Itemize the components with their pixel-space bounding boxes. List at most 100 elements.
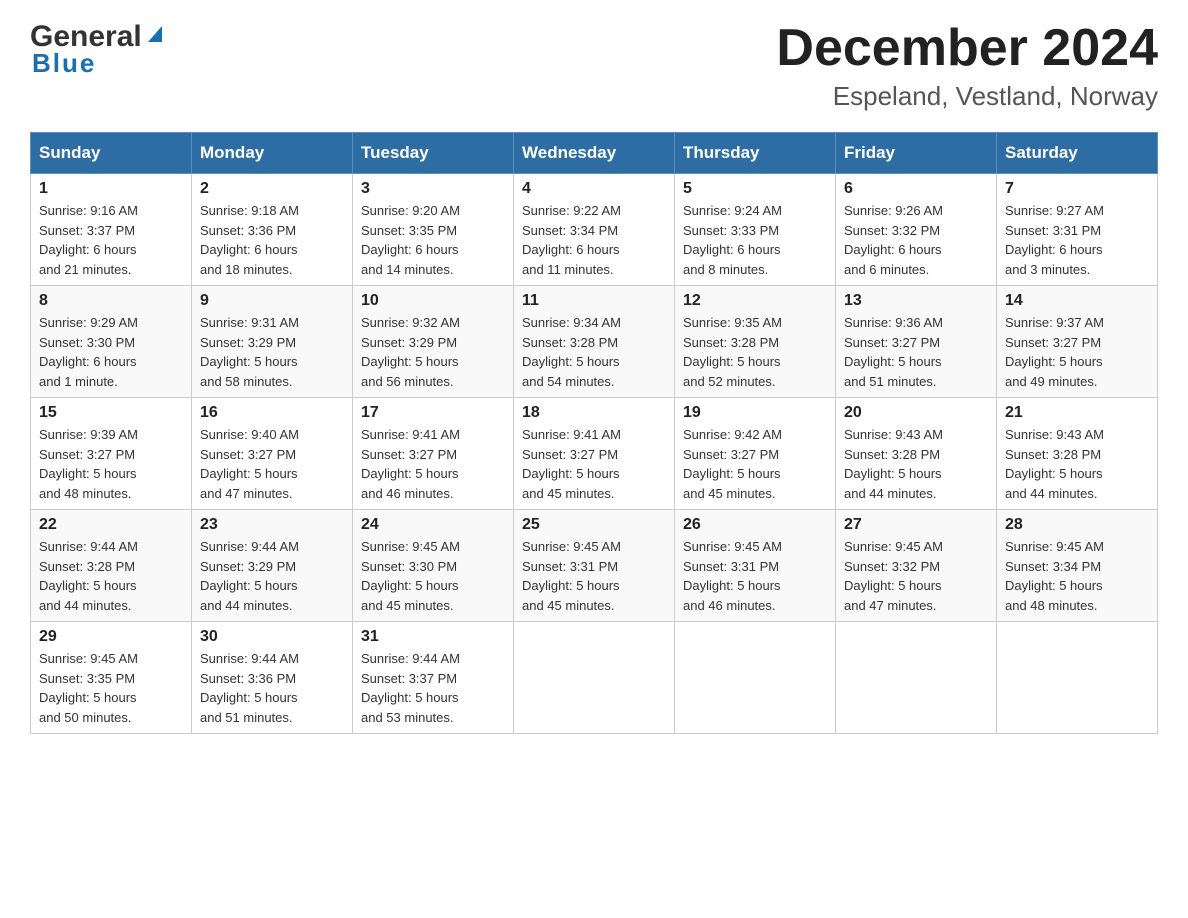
day-number: 20 <box>844 404 988 422</box>
day-number: 7 <box>1005 180 1149 198</box>
calendar-week-row: 22 Sunrise: 9:44 AM Sunset: 3:28 PM Dayli… <box>31 510 1158 622</box>
calendar-table: SundayMondayTuesdayWednesdayThursdayFrid… <box>30 132 1158 734</box>
day-number: 29 <box>39 628 183 646</box>
day-info: Sunrise: 9:45 AM Sunset: 3:30 PM Dayligh… <box>361 537 505 615</box>
day-number: 6 <box>844 180 988 198</box>
day-number: 17 <box>361 404 505 422</box>
calendar-cell <box>514 622 675 734</box>
calendar-cell: 8Sunrise: 9:29 AM Sunset: 3:30 PM Daylig… <box>31 286 192 398</box>
day-number: 21 <box>1005 404 1149 422</box>
day-info: Sunrise: 9:37 AM Sunset: 3:27 PM Dayligh… <box>1005 313 1149 391</box>
calendar-cell: 12Sunrise: 9:35 AM Sunset: 3:28 PM Dayli… <box>675 286 836 398</box>
calendar-cell: 24Sunrise: 9:45 AM Sunset: 3:30 PM Dayli… <box>353 510 514 622</box>
calendar-cell: 5Sunrise: 9:24 AM Sunset: 3:33 PM Daylig… <box>675 174 836 286</box>
day-info: Sunrise: 9:32 AM Sunset: 3:29 PM Dayligh… <box>361 313 505 391</box>
day-number: 11 <box>522 292 666 310</box>
calendar-cell: 30 Sunrise: 9:44 AM Sunset: 3:36 PM Dayli… <box>192 622 353 734</box>
calendar-day-header: Sunday <box>31 133 192 174</box>
day-number: 22 <box>39 516 183 534</box>
calendar-cell: 1Sunrise: 9:16 AM Sunset: 3:37 PM Daylig… <box>31 174 192 286</box>
day-info: Sunrise: 9:27 AM Sunset: 3:31 PM Dayligh… <box>1005 201 1149 279</box>
calendar-cell: 23 Sunrise: 9:44 AM Sunset: 3:29 PM Dayli… <box>192 510 353 622</box>
calendar-cell <box>836 622 997 734</box>
day-number: 16 <box>200 404 344 422</box>
day-number: 5 <box>683 180 827 198</box>
day-info: Sunrise: 9:44 AM Sunset: 3:36 PM Dayligh… <box>200 649 344 727</box>
day-number: 30 <box>200 628 344 646</box>
calendar-week-row: 15Sunrise: 9:39 AM Sunset: 3:27 PM Dayli… <box>31 398 1158 510</box>
calendar-day-header: Tuesday <box>353 133 514 174</box>
calendar-cell: 13 Sunrise: 9:36 AM Sunset: 3:27 PM Dayli… <box>836 286 997 398</box>
day-number: 14 <box>1005 292 1149 310</box>
calendar-cell: 11 Sunrise: 9:34 AM Sunset: 3:28 PM Dayli… <box>514 286 675 398</box>
calendar-cell: 29Sunrise: 9:45 AM Sunset: 3:35 PM Dayli… <box>31 622 192 734</box>
day-number: 18 <box>522 404 666 422</box>
calendar-cell: 6 Sunrise: 9:26 AM Sunset: 3:32 PM Daylig… <box>836 174 997 286</box>
day-number: 3 <box>361 180 505 198</box>
calendar-cell: 15Sunrise: 9:39 AM Sunset: 3:27 PM Dayli… <box>31 398 192 510</box>
day-info: Sunrise: 9:41 AM Sunset: 3:27 PM Dayligh… <box>522 425 666 503</box>
calendar-cell <box>997 622 1158 734</box>
day-number: 9 <box>200 292 344 310</box>
calendar-cell: 18 Sunrise: 9:41 AM Sunset: 3:27 PM Dayli… <box>514 398 675 510</box>
calendar-cell: 26Sunrise: 9:45 AM Sunset: 3:31 PM Dayli… <box>675 510 836 622</box>
calendar-cell: 31 Sunrise: 9:44 AM Sunset: 3:37 PM Dayli… <box>353 622 514 734</box>
day-info: Sunrise: 9:22 AM Sunset: 3:34 PM Dayligh… <box>522 201 666 279</box>
day-number: 13 <box>844 292 988 310</box>
day-number: 8 <box>39 292 183 310</box>
calendar-cell: 19Sunrise: 9:42 AM Sunset: 3:27 PM Dayli… <box>675 398 836 510</box>
day-info: Sunrise: 9:44 AM Sunset: 3:29 PM Dayligh… <box>200 537 344 615</box>
day-number: 28 <box>1005 516 1149 534</box>
calendar-cell: 17Sunrise: 9:41 AM Sunset: 3:27 PM Dayli… <box>353 398 514 510</box>
day-info: Sunrise: 9:36 AM Sunset: 3:27 PM Dayligh… <box>844 313 988 391</box>
day-info: Sunrise: 9:39 AM Sunset: 3:27 PM Dayligh… <box>39 425 183 503</box>
logo: General Blue <box>30 20 166 79</box>
calendar-header-row: SundayMondayTuesdayWednesdayThursdayFrid… <box>31 133 1158 174</box>
calendar-day-header: Monday <box>192 133 353 174</box>
day-number: 2 <box>200 180 344 198</box>
calendar-cell: 21 Sunrise: 9:43 AM Sunset: 3:28 PM Dayli… <box>997 398 1158 510</box>
day-number: 10 <box>361 292 505 310</box>
day-info: Sunrise: 9:45 AM Sunset: 3:31 PM Dayligh… <box>522 537 666 615</box>
calendar-cell: 14 Sunrise: 9:37 AM Sunset: 3:27 PM Dayli… <box>997 286 1158 398</box>
calendar-cell: 9 Sunrise: 9:31 AM Sunset: 3:29 PM Daylig… <box>192 286 353 398</box>
calendar-cell: 10 Sunrise: 9:32 AM Sunset: 3:29 PM Dayli… <box>353 286 514 398</box>
day-info: Sunrise: 9:40 AM Sunset: 3:27 PM Dayligh… <box>200 425 344 503</box>
title-block: December 2024 Espeland, Vestland, Norway <box>776 20 1158 112</box>
day-info: Sunrise: 9:26 AM Sunset: 3:32 PM Dayligh… <box>844 201 988 279</box>
calendar-week-row: 1Sunrise: 9:16 AM Sunset: 3:37 PM Daylig… <box>31 174 1158 286</box>
calendar-cell: 4Sunrise: 9:22 AM Sunset: 3:34 PM Daylig… <box>514 174 675 286</box>
day-info: Sunrise: 9:43 AM Sunset: 3:28 PM Dayligh… <box>1005 425 1149 503</box>
calendar-cell: 3 Sunrise: 9:20 AM Sunset: 3:35 PM Daylig… <box>353 174 514 286</box>
calendar-cell: 25Sunrise: 9:45 AM Sunset: 3:31 PM Dayli… <box>514 510 675 622</box>
day-info: Sunrise: 9:44 AM Sunset: 3:37 PM Dayligh… <box>361 649 505 727</box>
page-header: General Blue December 2024 Espeland, Ves… <box>30 20 1158 112</box>
calendar-week-row: 8Sunrise: 9:29 AM Sunset: 3:30 PM Daylig… <box>31 286 1158 398</box>
day-number: 26 <box>683 516 827 534</box>
calendar-cell: 22 Sunrise: 9:44 AM Sunset: 3:28 PM Dayli… <box>31 510 192 622</box>
day-info: Sunrise: 9:34 AM Sunset: 3:28 PM Dayligh… <box>522 313 666 391</box>
day-info: Sunrise: 9:44 AM Sunset: 3:28 PM Dayligh… <box>39 537 183 615</box>
day-number: 19 <box>683 404 827 422</box>
day-number: 1 <box>39 180 183 198</box>
calendar-cell: 16 Sunrise: 9:40 AM Sunset: 3:27 PM Dayli… <box>192 398 353 510</box>
calendar-cell <box>675 622 836 734</box>
calendar-cell: 7 Sunrise: 9:27 AM Sunset: 3:31 PM Daylig… <box>997 174 1158 286</box>
day-number: 31 <box>361 628 505 646</box>
calendar-week-row: 29Sunrise: 9:45 AM Sunset: 3:35 PM Dayli… <box>31 622 1158 734</box>
calendar-day-header: Wednesday <box>514 133 675 174</box>
logo-blue-text: Blue <box>32 48 96 79</box>
day-info: Sunrise: 9:43 AM Sunset: 3:28 PM Dayligh… <box>844 425 988 503</box>
day-number: 23 <box>200 516 344 534</box>
calendar-day-header: Thursday <box>675 133 836 174</box>
calendar-day-header: Saturday <box>997 133 1158 174</box>
day-info: Sunrise: 9:20 AM Sunset: 3:35 PM Dayligh… <box>361 201 505 279</box>
calendar-cell: 28Sunrise: 9:45 AM Sunset: 3:34 PM Dayli… <box>997 510 1158 622</box>
calendar-day-header: Friday <box>836 133 997 174</box>
day-info: Sunrise: 9:18 AM Sunset: 3:36 PM Dayligh… <box>200 201 344 279</box>
day-number: 27 <box>844 516 988 534</box>
logo-triangle-icon <box>144 22 166 44</box>
day-info: Sunrise: 9:31 AM Sunset: 3:29 PM Dayligh… <box>200 313 344 391</box>
day-number: 12 <box>683 292 827 310</box>
calendar-cell: 20 Sunrise: 9:43 AM Sunset: 3:28 PM Dayli… <box>836 398 997 510</box>
